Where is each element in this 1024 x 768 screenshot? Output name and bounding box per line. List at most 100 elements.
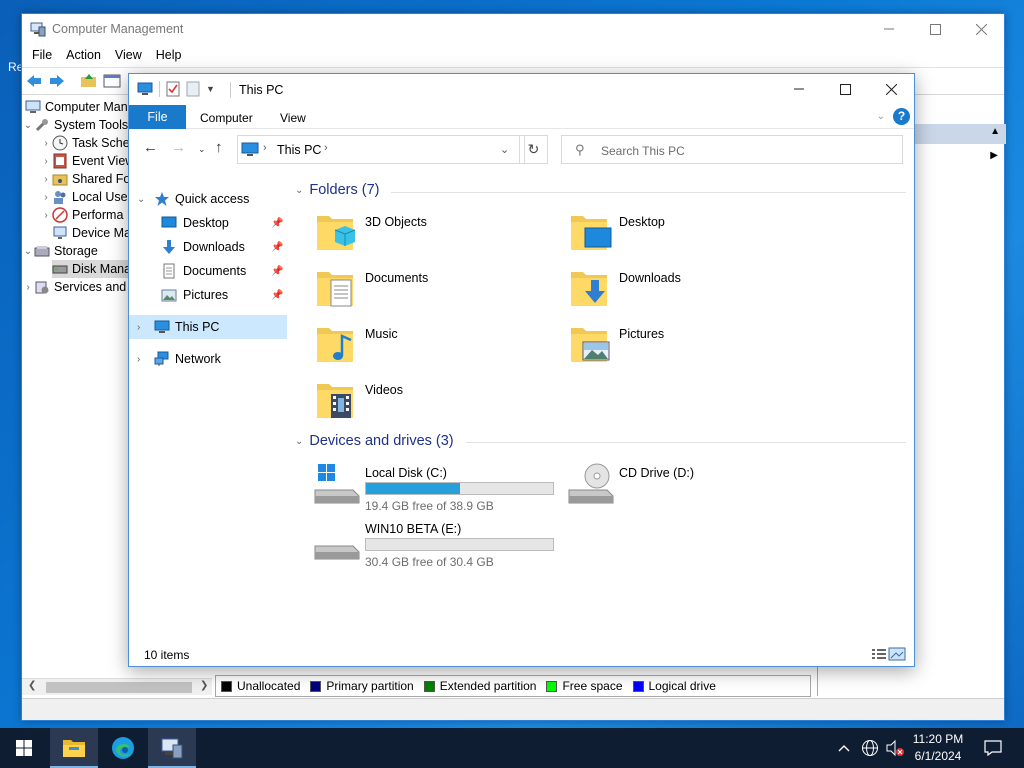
drive-win10-beta-e[interactable]: WIN10 BETA (E:) 30.4 GB free of 30.4 GB [313, 516, 554, 569]
chevron-right-icon[interactable]: › [137, 354, 140, 365]
sidebar-item-pictures[interactable]: Pictures 📌 [129, 283, 287, 307]
chevron-right-icon[interactable]: › [137, 322, 140, 333]
tree-item-services-applications[interactable]: › Services and A [22, 278, 137, 296]
fe-minimize-button[interactable] [776, 74, 822, 104]
tree-item-device-manager[interactable]: Device Ma [52, 224, 131, 242]
refresh-button[interactable]: ↻ [519, 135, 548, 164]
scroll-thumb[interactable] [46, 682, 192, 693]
taskbar-edge[interactable] [99, 728, 147, 768]
cm-title-bar[interactable]: Computer Management [22, 14, 1004, 44]
chevron-down-icon[interactable]: ⌄ [22, 120, 34, 131]
new-folder-icon[interactable] [186, 81, 200, 97]
chevron-right-icon[interactable]: › [22, 282, 34, 293]
notification-center-button[interactable] [978, 728, 1008, 768]
tab-file[interactable]: File [129, 105, 186, 129]
tab-computer[interactable]: Computer [200, 111, 253, 125]
tree-item-event-viewer[interactable]: › Event View [40, 152, 134, 170]
sidebar-item-quick-access[interactable]: ⌄ Quick access [129, 187, 287, 211]
tree-item-shared-folders[interactable]: › Shared Fo [40, 170, 130, 188]
fe-close-button[interactable] [868, 74, 914, 104]
scroll-right-icon[interactable]: ❯ [200, 680, 208, 691]
forward-arrow-icon[interactable] [48, 73, 66, 89]
details-view-icon[interactable] [870, 646, 888, 662]
tree-item-disk-management[interactable]: Disk Mana [52, 260, 138, 278]
tree-item-system-tools[interactable]: ⌄ System Tools [22, 116, 128, 134]
cm-menu-view[interactable]: View [109, 44, 150, 66]
chevron-down-icon[interactable]: ⌄ [137, 194, 145, 205]
pin-icon[interactable]: 📌 [271, 290, 283, 301]
expand-ribbon-icon[interactable]: ⌄ [877, 111, 885, 122]
tray-overflow-icon[interactable] [838, 728, 850, 768]
search-box[interactable]: ⚲ Search This PC [561, 135, 903, 164]
help-button[interactable]: ? [893, 108, 910, 125]
sidebar-item-documents[interactable]: Documents 📌 [129, 259, 287, 283]
sidebar-item-downloads[interactable]: Downloads 📌 [129, 235, 287, 259]
cm-close-button[interactable] [958, 14, 1004, 44]
chevron-right-icon[interactable]: › [40, 156, 52, 167]
drive-cd-d[interactable]: CD Drive (D:) [567, 460, 807, 512]
tree-item-storage[interactable]: ⌄ Storage [22, 242, 98, 260]
chevron-down-icon[interactable]: ⌄ [295, 436, 303, 447]
taskbar-computer-management[interactable] [148, 728, 196, 768]
tab-view[interactable]: View [280, 111, 306, 125]
cm-menu-help[interactable]: Help [150, 44, 190, 66]
chevron-right-icon[interactable]: › [40, 192, 52, 203]
forward-button[interactable]: → [171, 139, 186, 156]
group-header-devices[interactable]: ⌄ Devices and drives (3) [295, 433, 454, 449]
sidebar-item-this-pc[interactable]: › This PC [129, 315, 287, 339]
folder-music[interactable]: Music [313, 320, 553, 372]
collapse-up-icon[interactable]: ▲ [990, 126, 1000, 137]
show-hide-tree-icon[interactable] [103, 73, 121, 89]
tree-item-task-scheduler[interactable]: › Task Sche [40, 134, 130, 152]
chevron-right-icon[interactable]: › [40, 138, 52, 149]
recent-locations-icon[interactable]: ⌄ [198, 144, 206, 155]
cm-minimize-button[interactable] [866, 14, 912, 44]
submenu-arrow-icon[interactable]: ▶ [990, 150, 998, 161]
cm-menu-file[interactable]: File [26, 44, 60, 66]
address-bar[interactable]: › This PC › ⌄ [237, 135, 525, 164]
drive-local-disk-c[interactable]: Local Disk (C:) 19.4 GB free of 38.9 GB [313, 460, 554, 513]
group-header-folders[interactable]: ⌄ Folders (7) [295, 182, 380, 198]
customize-qat-icon[interactable]: ▼ [206, 84, 215, 94]
system-clock[interactable]: 11:20 PM 6/1/2024 [905, 731, 971, 765]
breadcrumb-chevron-icon[interactable]: › [263, 142, 267, 154]
tree-item-local-users[interactable]: › Local Use [40, 188, 128, 206]
chevron-right-icon[interactable]: › [40, 174, 52, 185]
taskbar-file-explorer[interactable] [50, 728, 98, 768]
fe-maximize-button[interactable] [822, 74, 868, 104]
cm-maximize-button[interactable] [912, 14, 958, 44]
cm-horizontal-scrollbar[interactable]: ❮ ❯ [22, 678, 212, 695]
tray-volume-icon[interactable] [885, 728, 905, 768]
pin-icon[interactable]: 📌 [271, 218, 283, 229]
folder-3d-objects[interactable]: 3D Objects [313, 208, 553, 260]
folder-downloads[interactable]: Downloads [567, 264, 807, 316]
up-button[interactable]: ↑ [215, 139, 223, 156]
sidebar-item-desktop[interactable]: Desktop 📌 [129, 211, 287, 235]
pin-icon[interactable]: 📌 [271, 266, 283, 277]
chevron-right-icon[interactable]: › [40, 210, 52, 221]
properties-icon[interactable] [166, 81, 180, 97]
address-dropdown-icon[interactable]: ⌄ [500, 143, 509, 156]
chevron-down-icon[interactable]: ⌄ [22, 246, 34, 257]
tray-language-icon[interactable] [861, 728, 879, 768]
folder-desktop[interactable]: Desktop [567, 208, 807, 260]
folder-videos[interactable]: Videos [313, 376, 553, 428]
tree-item-computer-management[interactable]: Computer Manag [25, 98, 142, 116]
scroll-left-icon[interactable]: ❮ [28, 680, 36, 691]
cm-menu-action[interactable]: Action [60, 44, 109, 66]
tree-item-performance[interactable]: › Performa [40, 206, 123, 224]
taskbar: 11:20 PM 6/1/2024 [0, 728, 1024, 768]
large-icons-view-icon[interactable] [888, 646, 906, 662]
chevron-down-icon[interactable]: ⌄ [295, 185, 303, 196]
breadcrumb-chevron-icon[interactable]: › [324, 142, 328, 154]
back-button[interactable]: ← [143, 139, 158, 156]
back-arrow-icon[interactable] [25, 73, 43, 89]
start-button[interactable] [0, 728, 48, 768]
folder-pictures[interactable]: Pictures [567, 320, 807, 372]
pin-icon[interactable]: 📌 [271, 242, 283, 253]
folder-documents[interactable]: Documents [313, 264, 553, 316]
breadcrumb-this-pc[interactable]: This PC [277, 143, 321, 157]
fe-title-bar[interactable]: ▼ This PC [129, 74, 914, 105]
up-folder-icon[interactable] [80, 73, 98, 89]
sidebar-item-network[interactable]: › Network [129, 347, 287, 371]
